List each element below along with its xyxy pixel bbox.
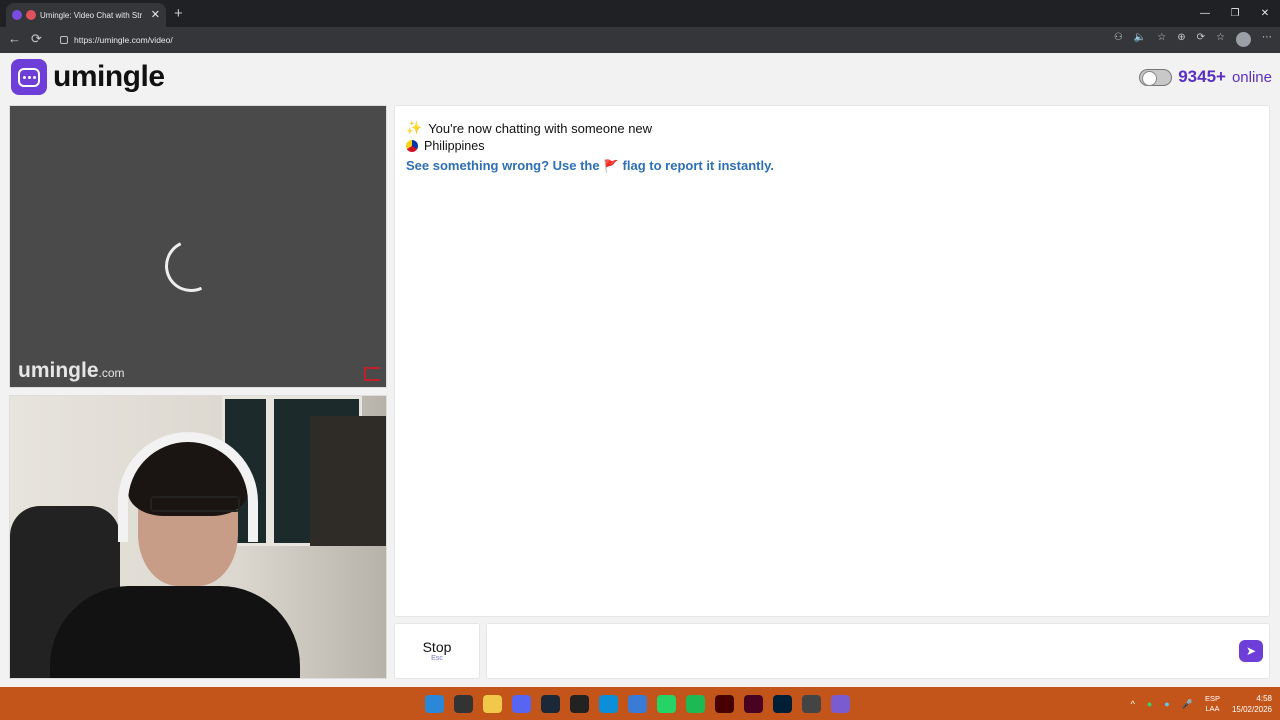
watermark-brand: umingle xyxy=(18,359,99,382)
browser-tab[interactable]: Umingle: Video Chat with Str ✕ xyxy=(6,3,166,27)
indesign-icon[interactable] xyxy=(744,695,763,713)
search-icon[interactable] xyxy=(454,695,473,713)
report-text-after: flag to report it instantly. xyxy=(622,158,774,173)
language-layout: LAA xyxy=(1205,704,1220,713)
stop-label: Stop xyxy=(422,639,452,655)
message-input-box: ➤ xyxy=(486,623,1270,679)
close-window-button[interactable]: ✕ xyxy=(1250,0,1280,27)
logo-text: umingle xyxy=(53,60,165,93)
sync-icon[interactable]: ⟳ xyxy=(1197,32,1205,47)
country-name: Philippines xyxy=(424,139,485,153)
message-input[interactable] xyxy=(497,626,1227,676)
online-label: online xyxy=(1231,68,1272,86)
edge-browser-icon[interactable] xyxy=(599,695,618,713)
send-button[interactable]: ➤ xyxy=(1239,640,1263,662)
steam-icon[interactable] xyxy=(541,695,560,713)
discord-icon[interactable] xyxy=(512,695,531,713)
translate-icon[interactable]: ⚇ xyxy=(1114,32,1123,47)
app-icon-2[interactable] xyxy=(831,695,850,713)
stop-shortcut: Esc xyxy=(431,655,443,662)
system-tray: ^ ● ● 🎤 ESP LAA 4:58 15/02/2026 xyxy=(1131,693,1272,715)
maximize-button[interactable]: ❐ xyxy=(1220,0,1250,27)
system-message: ✨ You're now chatting with someone new xyxy=(406,120,652,136)
tray-overflow-icon[interactable]: ^ xyxy=(1131,699,1135,709)
minimize-button[interactable]: — xyxy=(1190,0,1220,27)
extension-icon[interactable]: ⊕ xyxy=(1177,32,1185,47)
chat-log: ✨ You're now chatting with someone new P… xyxy=(394,105,1270,617)
profile-avatar[interactable] xyxy=(1236,32,1251,47)
status-message: You're now chatting with someone new xyxy=(428,120,653,136)
read-aloud-icon[interactable]: 🔈 xyxy=(1134,32,1146,47)
more-menu-icon[interactable]: ⋯ xyxy=(1262,32,1272,47)
report-flag-icon[interactable] xyxy=(364,367,380,381)
self-camera-video xyxy=(9,395,387,679)
online-count: 9345+ xyxy=(1178,67,1226,86)
favorites-bar-icon[interactable]: ☆ xyxy=(1216,32,1225,47)
app-icon[interactable] xyxy=(628,695,647,713)
tray-app-icon-2[interactable]: ● xyxy=(1164,699,1169,709)
new-tab-button[interactable]: + xyxy=(174,5,183,22)
microphone-icon[interactable]: 🎤 xyxy=(1182,699,1193,710)
flag-icon: 🚩 xyxy=(603,158,619,173)
language-code: ESP xyxy=(1204,694,1220,703)
epic-games-icon[interactable] xyxy=(570,695,589,713)
chat-bubble-icon xyxy=(11,59,47,95)
file-explorer-icon[interactable] xyxy=(483,695,502,713)
recording-icon xyxy=(26,10,36,20)
online-status: 9345+ online xyxy=(1139,67,1272,87)
spotify-icon[interactable] xyxy=(686,695,705,713)
close-tab-icon[interactable]: ✕ xyxy=(151,9,160,21)
philippines-flag-icon xyxy=(406,140,418,152)
country-line: Philippines xyxy=(406,139,484,153)
back-button[interactable]: ← xyxy=(8,31,21,46)
umingle-favicon-icon xyxy=(12,10,22,20)
umingle-page: umingle 9345+ online umingle.com ✨ You'r… xyxy=(0,53,1280,687)
clock-date: 15/02/2026 xyxy=(1231,705,1272,714)
photoshop-icon[interactable] xyxy=(773,695,792,713)
favorite-icon[interactable]: ☆ xyxy=(1157,32,1166,47)
address-bar[interactable]: https://umingle.com/video/ xyxy=(52,30,1102,50)
tray-app-icon[interactable]: ● xyxy=(1147,699,1152,709)
loading-spinner-icon xyxy=(157,232,225,300)
windows-taskbar: ^ ● ● 🎤 ESP LAA 4:58 15/02/2026 xyxy=(0,687,1280,720)
tab-title: Umingle: Video Chat with Str xyxy=(40,10,143,20)
reload-button[interactable]: ⟳ xyxy=(31,31,42,47)
sparkle-icon: ✨ xyxy=(406,120,423,135)
stranger-video: umingle.com xyxy=(9,105,387,388)
windows-start-icon[interactable] xyxy=(425,695,444,713)
whatsapp-icon[interactable] xyxy=(657,695,676,713)
report-text-before: See something wrong? Use the xyxy=(406,158,600,173)
watermark-domain: .com xyxy=(98,366,125,380)
umingle-logo[interactable]: umingle xyxy=(11,59,165,95)
language-indicator[interactable]: ESP LAA xyxy=(1205,694,1220,714)
window-controls: — ❐ ✕ xyxy=(1190,0,1280,27)
obs-icon[interactable] xyxy=(802,695,821,713)
stop-button[interactable]: Stop Esc xyxy=(394,623,480,679)
clock[interactable]: 4:58 15/02/2026 xyxy=(1232,693,1272,715)
site-info-icon[interactable] xyxy=(60,36,68,44)
theme-toggle[interactable] xyxy=(1139,68,1173,86)
extension-icons: ⚇ 🔈 ☆ ⊕ ⟳ ☆ ⋯ xyxy=(1114,32,1272,47)
video-watermark: umingle.com xyxy=(18,359,125,383)
report-notice: See something wrong? Use the 🚩 flag to r… xyxy=(406,158,774,173)
browser-toolbar: ← ⟳ https://umingle.com/video/ ⚇ 🔈 ☆ ⊕ ⟳… xyxy=(0,27,1280,53)
clock-time: 4:58 xyxy=(1256,694,1272,703)
browser-tabbar: Umingle: Video Chat with Str ✕ + — ❐ ✕ xyxy=(0,0,1280,27)
illustrator-icon[interactable] xyxy=(715,695,734,713)
taskbar-apps xyxy=(425,695,850,713)
url-text: https://umingle.com/video/ xyxy=(74,35,173,45)
